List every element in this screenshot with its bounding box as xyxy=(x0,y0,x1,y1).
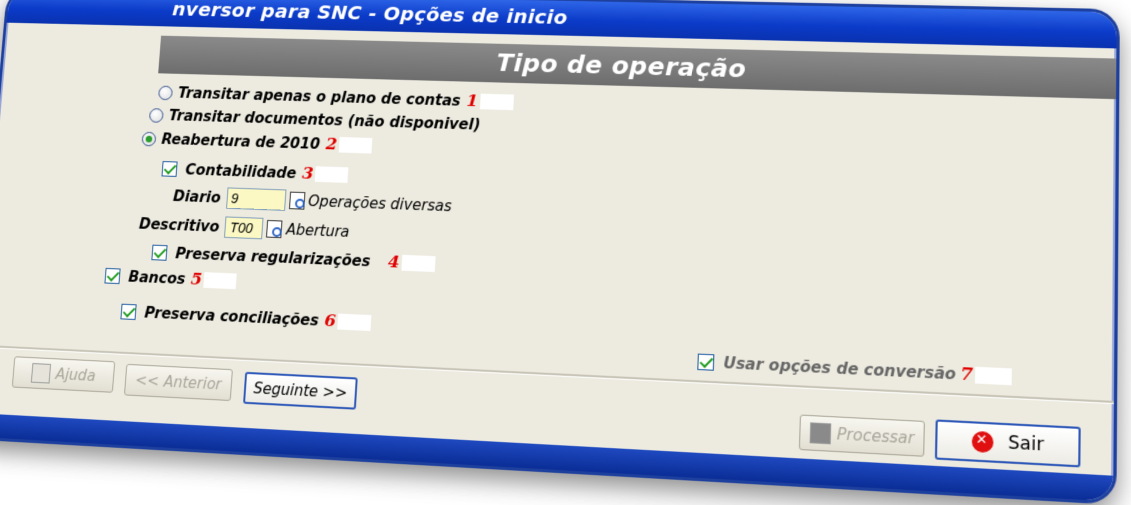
preserva-conc-label: Preserva conciliações xyxy=(143,303,320,330)
lookup-icon[interactable] xyxy=(288,191,306,210)
marker-4: 4 xyxy=(387,252,401,273)
checkbox-usar-opcoes[interactable] xyxy=(697,353,715,371)
descritivo-row: Descritivo T00 Abertura xyxy=(138,213,350,243)
check-row-preserva-conc[interactable]: Preserva conciliações 6 xyxy=(120,302,372,333)
contabilidade-label: Contabilidade xyxy=(184,160,297,183)
checkbox-preserva-conciliacoes[interactable] xyxy=(120,303,137,321)
radio-documentos-label: Transitar documentos (não disponivel) xyxy=(168,106,481,134)
check-row-bancos[interactable]: Bancos 5 xyxy=(104,266,237,291)
checkbox-contabilidade[interactable] xyxy=(161,161,178,177)
exit-button[interactable]: Sair xyxy=(934,419,1081,468)
bancos-label: Bancos xyxy=(127,267,186,288)
diario-label: Diario xyxy=(172,187,222,207)
radio-row-reabertura[interactable]: Reabertura de 2010 2 xyxy=(141,129,373,156)
marker-7: 7 xyxy=(960,363,974,386)
marker-6: 6 xyxy=(323,310,337,332)
previous-button[interactable]: << Anterior xyxy=(123,363,233,402)
marker-5: 5 xyxy=(190,269,203,290)
checkbox-preserva-regularizacoes[interactable] xyxy=(151,244,168,261)
marker-box xyxy=(479,93,514,111)
help-button[interactable]: Ajuda xyxy=(11,356,116,393)
process-button[interactable]: Processar xyxy=(798,414,925,457)
preserva-reg-label: Preserva regularizações xyxy=(174,244,371,271)
next-label: Seguinte >> xyxy=(252,379,348,403)
exit-label: Sair xyxy=(1007,432,1045,456)
radio-reabertura[interactable] xyxy=(141,131,157,146)
marker-box xyxy=(203,272,237,290)
descritivo-description: Abertura xyxy=(285,220,351,241)
help-icon xyxy=(30,363,51,384)
process-label: Processar xyxy=(836,424,915,448)
diario-input[interactable]: 9 xyxy=(225,187,287,211)
help-label: Ajuda xyxy=(54,365,97,385)
previous-label: << Anterior xyxy=(134,371,223,394)
next-button[interactable]: Seguinte >> xyxy=(243,371,358,410)
marker-2: 2 xyxy=(325,134,338,155)
descritivo-label: Descritivo xyxy=(138,215,221,236)
check-row-contabilidade[interactable]: Contabilidade 3 xyxy=(161,159,349,185)
marker-box xyxy=(974,366,1012,386)
diario-row: Diario 9 Operações diversas xyxy=(172,185,452,217)
descritivo-input[interactable]: T00 xyxy=(224,216,264,240)
floppy-disk-icon xyxy=(809,422,831,445)
usar-opcoes-label: Usar opções de conversão xyxy=(723,353,957,384)
marker-box xyxy=(400,254,436,273)
dialog-window: nversor para SNC - Opções de inicio Tipo… xyxy=(0,0,1120,505)
marker-box xyxy=(338,136,373,154)
marker-box xyxy=(314,166,349,183)
checkbox-bancos[interactable] xyxy=(104,267,121,285)
lookup-icon[interactable] xyxy=(266,219,283,239)
marker-3: 3 xyxy=(301,163,315,184)
radio-documentos[interactable] xyxy=(148,107,164,123)
radio-reabertura-label: Reabertura de 2010 xyxy=(160,130,321,153)
radio-plano-label: Transitar apenas o plano de contas xyxy=(177,84,462,110)
marker-1: 1 xyxy=(465,91,479,112)
marker-box xyxy=(337,313,372,332)
stop-icon xyxy=(971,430,994,454)
radio-plano-contas[interactable] xyxy=(158,85,174,100)
radio-row-documentos[interactable]: Transitar documentos (não disponivel) xyxy=(148,106,481,134)
diario-description: Operações diversas xyxy=(307,192,453,216)
